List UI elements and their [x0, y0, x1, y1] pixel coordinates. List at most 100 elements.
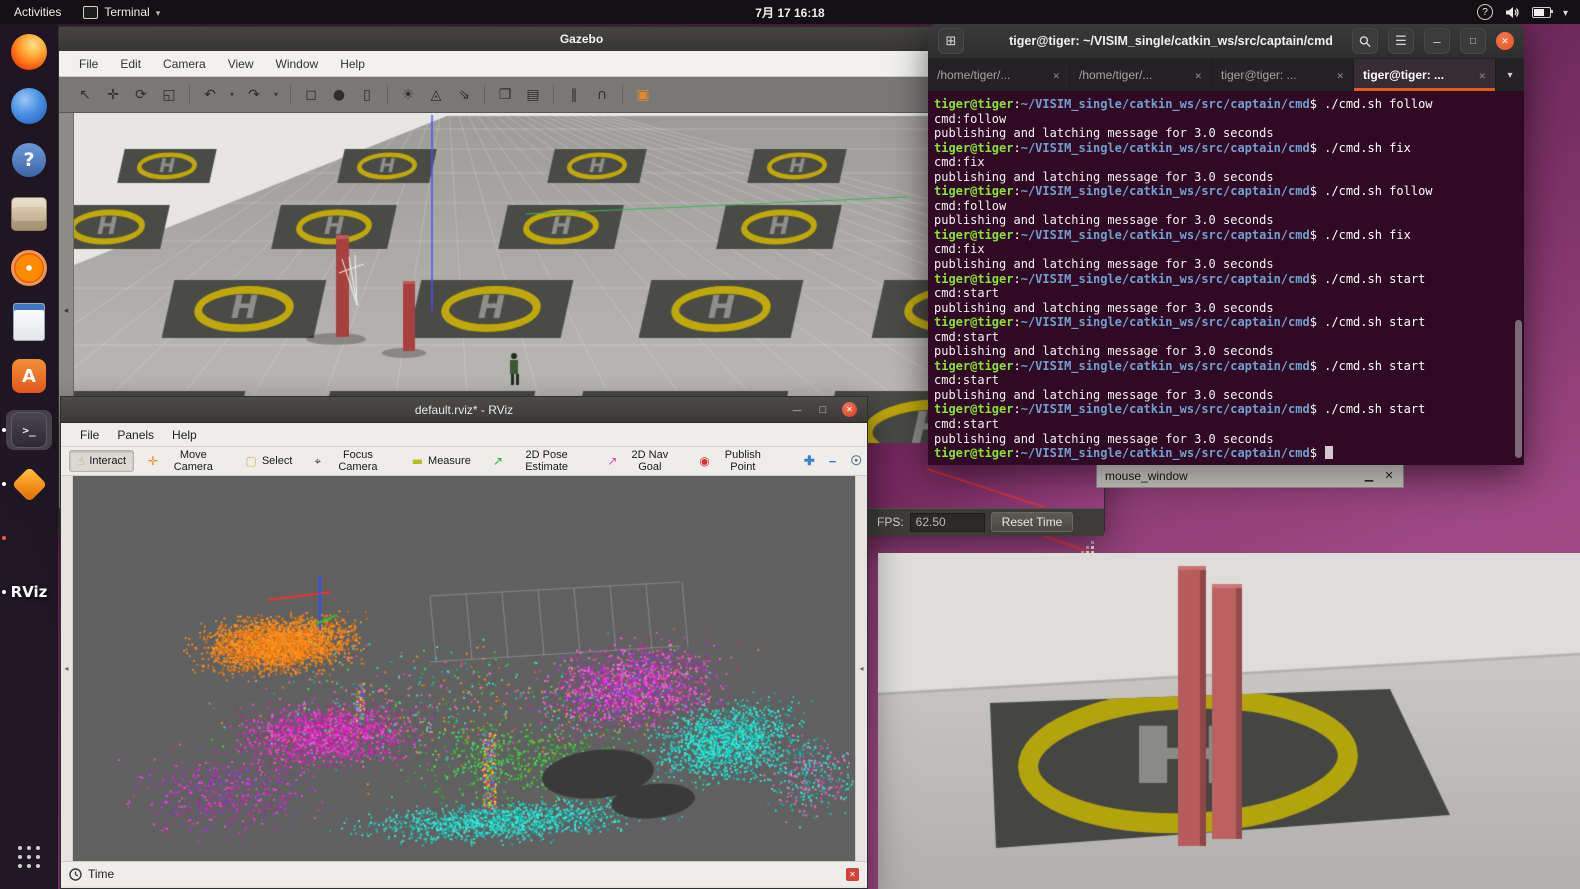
dock-item-gazebo[interactable]	[6, 464, 52, 504]
gazebo-menu-camera[interactable]: Camera	[153, 57, 216, 71]
directional-light-icon[interactable]: ⇘	[452, 83, 476, 107]
snap-icon[interactable]: ∩	[590, 83, 614, 107]
maximize-icon[interactable]	[816, 402, 830, 418]
gazebo-menu-file[interactable]: File	[69, 57, 108, 71]
dock-item-hidden-app[interactable]	[6, 518, 52, 558]
terminal-tab-3[interactable]: tiger@tiger: ...	[1212, 59, 1354, 91]
dock-item-firefox[interactable]	[6, 32, 52, 72]
gazebo-menu-edit[interactable]: Edit	[110, 57, 151, 71]
rviz-right-panel-handle[interactable]	[855, 476, 867, 861]
rotate-icon[interactable]: ⟳	[129, 83, 153, 107]
search-icon[interactable]	[1352, 28, 1378, 54]
close-icon[interactable]	[1496, 32, 1514, 50]
redo-history-icon[interactable]: ▾	[270, 83, 282, 107]
terminal-line: cmd:start	[934, 373, 1524, 388]
insert-sphere-icon[interactable]: ●	[327, 83, 351, 107]
tool-2d-nav-goal[interactable]: ↗2D Nav Goal	[599, 450, 685, 472]
add-tool-icon[interactable]: ✚	[799, 450, 820, 472]
rviz-3d-viewport[interactable]	[73, 476, 855, 861]
spot-light-icon[interactable]: ◬	[424, 83, 448, 107]
copy-icon[interactable]: ❐	[493, 83, 517, 107]
rviz-left-panel-handle[interactable]	[61, 476, 73, 861]
insert-box-icon[interactable]: ◻	[299, 83, 323, 107]
rviz-menu-file[interactable]: File	[71, 428, 108, 442]
activities-button[interactable]: Activities	[0, 0, 75, 24]
tool-publish-point[interactable]: ◉Publish Point	[691, 450, 779, 472]
dock-item-help[interactable]: ?	[6, 140, 52, 180]
minimize-icon[interactable]	[1424, 28, 1450, 54]
reset-time-button[interactable]: Reset Time	[991, 512, 1074, 532]
dock-item-terminal[interactable]: >_	[6, 410, 52, 450]
paste-icon[interactable]: ▤	[521, 83, 545, 107]
hamburger-menu-icon[interactable]: ☰	[1388, 28, 1414, 54]
terminal-tab-2[interactable]: /home/tiger/...	[1070, 59, 1212, 91]
undo-history-icon[interactable]: ▾	[226, 83, 238, 107]
insert-cylinder-icon[interactable]: ▯	[355, 83, 379, 107]
dock-item-writer[interactable]	[6, 302, 52, 342]
help-indicator-icon[interactable]: ?	[1477, 4, 1493, 20]
tool-2d-pose-estimate[interactable]: ↗2D Pose Estimate	[485, 450, 594, 472]
resize-grip[interactable]	[1080, 540, 1094, 554]
tab-close-icon[interactable]	[1336, 68, 1344, 82]
close-icon[interactable]	[842, 402, 857, 417]
close-icon[interactable]	[1379, 466, 1399, 485]
time-panel-close-icon[interactable]	[846, 868, 859, 881]
tab-title: /home/tiger/...	[1079, 68, 1188, 82]
translate-icon[interactable]: ✛	[101, 83, 125, 107]
mouse-window-titlebar[interactable]: mouse_window	[1096, 463, 1404, 488]
dock-item-software[interactable]: A	[6, 356, 52, 396]
tab-list-chevron-icon[interactable]	[1496, 59, 1524, 91]
terminal-content[interactable]: tiger@tiger:~/VISIM_single/catkin_ws/src…	[928, 92, 1524, 465]
volume-icon[interactable]	[1505, 6, 1520, 19]
tool-measure[interactable]: ▬Measure	[404, 450, 479, 472]
tool-focus-camera[interactable]: ⌖Focus Camera	[306, 450, 397, 472]
terminal-line: publishing and latching message for 3.0 …	[934, 388, 1524, 403]
battery-icon[interactable]	[1532, 7, 1551, 18]
undo-icon[interactable]: ↶	[198, 83, 222, 107]
dock-item-rviz[interactable]: RViz	[6, 572, 52, 612]
rviz-menu-help[interactable]: Help	[163, 428, 206, 442]
align-icon[interactable]: ∥	[562, 83, 586, 107]
tab-close-icon[interactable]	[1194, 68, 1202, 82]
gazebo-menu-help[interactable]: Help	[330, 57, 375, 71]
tool-move-camera[interactable]: ✛Move Camera	[140, 450, 231, 472]
maximize-icon[interactable]	[1460, 28, 1486, 54]
point-light-icon[interactable]: ☀	[396, 83, 420, 107]
rviz-menu-panels[interactable]: Panels	[108, 428, 163, 442]
gazebo-menu-view[interactable]: View	[218, 57, 264, 71]
tool-select[interactable]: ▢Select	[237, 450, 300, 472]
terminal-line: tiger@tiger:~/VISIM_single/catkin_ws/src…	[934, 272, 1524, 287]
rviz-titlebar[interactable]: default.rviz* - RViz	[61, 397, 867, 423]
tab-title: /home/tiger/...	[937, 68, 1046, 82]
scale-icon[interactable]: ◱	[157, 83, 181, 107]
dock-item-rhythmbox[interactable]	[6, 248, 52, 288]
tab-close-icon[interactable]	[1052, 68, 1060, 82]
chevron-down-icon[interactable]	[1563, 5, 1568, 19]
prompt-symbol: $	[1310, 141, 1317, 155]
gazebo-menu-window[interactable]: Window	[266, 57, 329, 71]
screenshot-icon[interactable]: ▣	[631, 83, 655, 107]
terminal-tab-1[interactable]: /home/tiger/...	[928, 59, 1070, 91]
redo-icon[interactable]: ↷	[242, 83, 266, 107]
terminal-tab-4[interactable]: tiger@tiger: ...	[1354, 59, 1496, 91]
select-arrow-icon[interactable]: ↖	[73, 83, 97, 107]
view-sphere-icon[interactable]: ☉	[845, 450, 867, 472]
tool-interact[interactable]: ☝Interact	[69, 450, 134, 472]
tab-close-icon[interactable]	[1478, 68, 1486, 82]
dock-item-files[interactable]	[6, 194, 52, 234]
terminal-icon: >_	[11, 412, 47, 448]
remove-tool-icon[interactable]: −	[824, 450, 842, 472]
terminal-scrollbar[interactable]	[1515, 320, 1522, 458]
dock-item-thunderbird[interactable]	[6, 86, 52, 126]
prompt-path: ~/VISIM_single/catkin_ws/src/captain/cmd	[1021, 184, 1310, 198]
terminal-app-icon[interactable]	[938, 28, 964, 54]
output-text: publishing and latching message for 3.0 …	[934, 170, 1274, 184]
mouse-window-view[interactable]	[878, 553, 1580, 889]
dock-item-apps[interactable]	[6, 837, 52, 877]
app-menu[interactable]: Terminal	[75, 0, 168, 24]
clock[interactable]: 7月 17 16:18	[755, 4, 824, 21]
output-text: publishing and latching message for 3.0 …	[934, 126, 1274, 140]
terminal-headerbar[interactable]: tiger@tiger: ~/VISIM_single/catkin_ws/sr…	[928, 24, 1524, 59]
minimize-icon[interactable]	[790, 402, 804, 418]
minimize-icon[interactable]	[1359, 466, 1379, 485]
